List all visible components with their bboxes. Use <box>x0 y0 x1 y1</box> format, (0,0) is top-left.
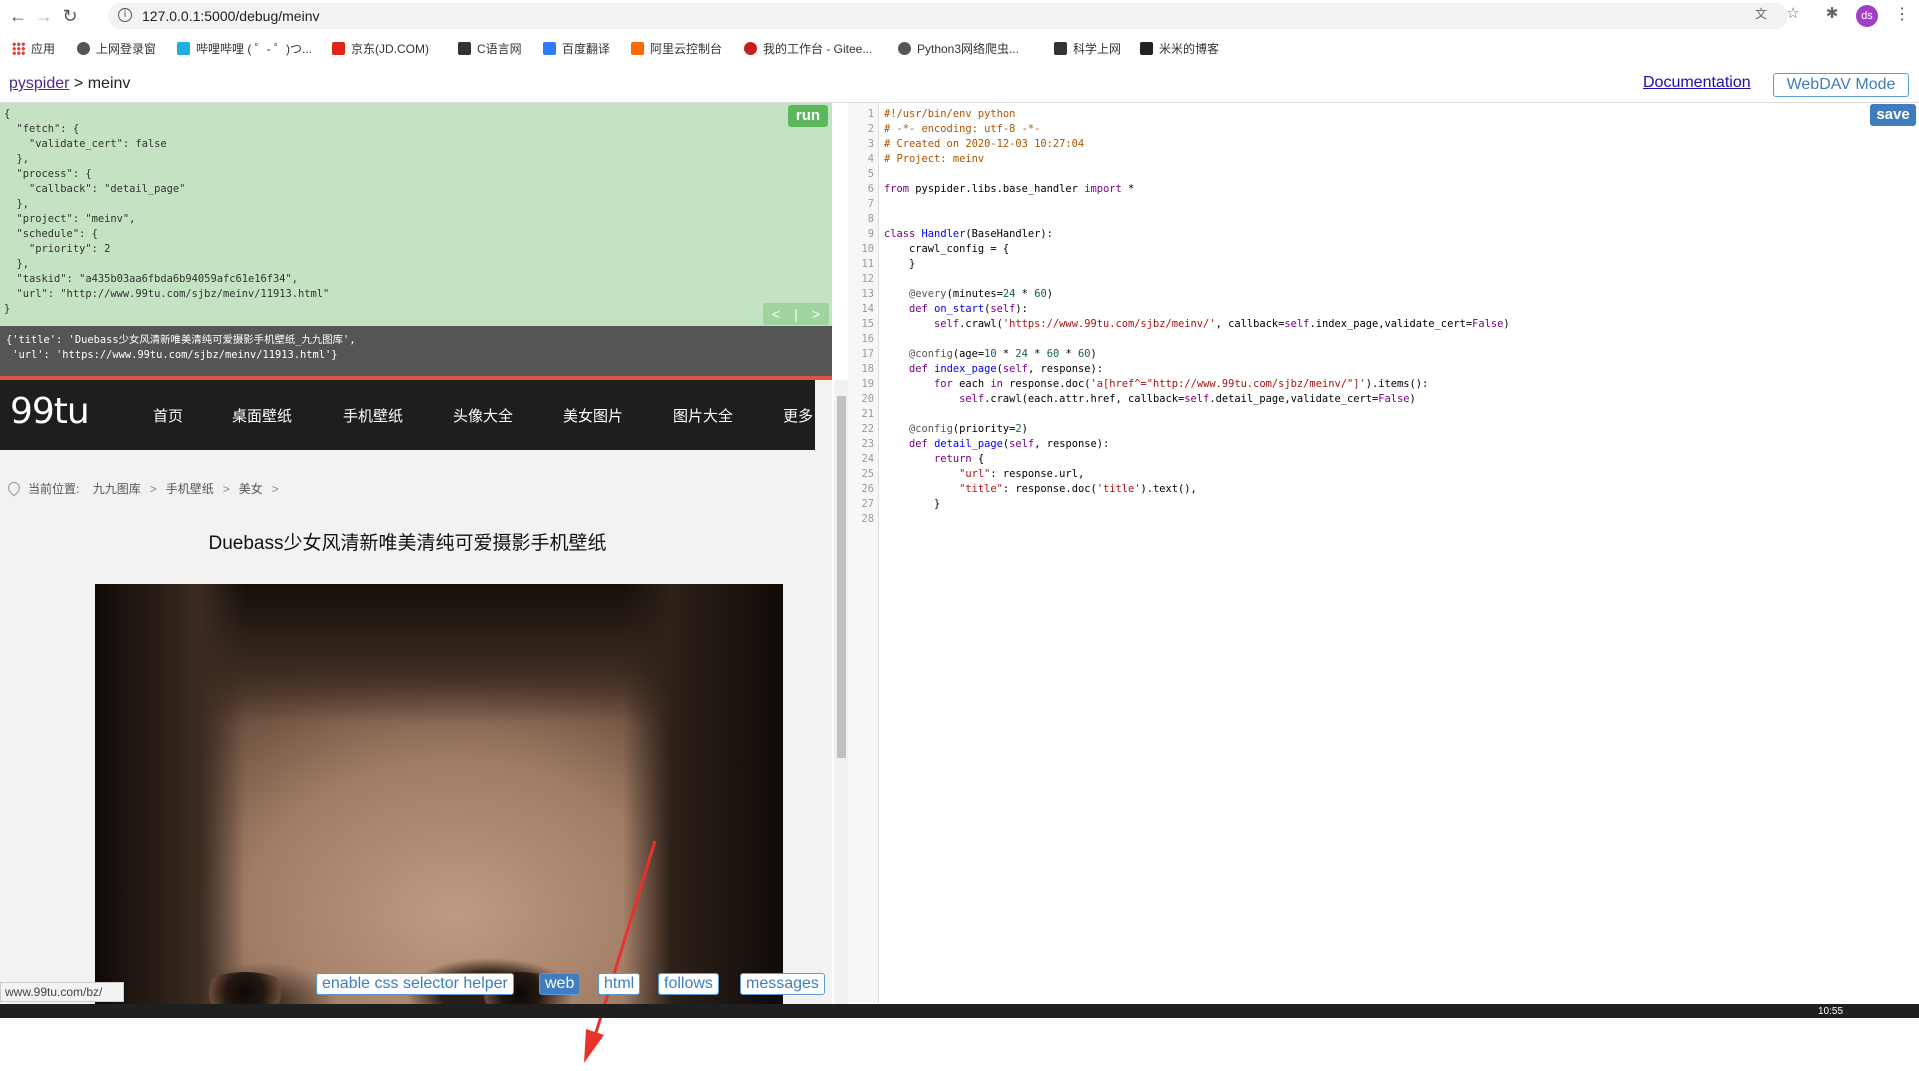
c-lang-icon <box>458 42 471 55</box>
back-arrow-icon[interactable]: ← <box>8 6 28 26</box>
site-logo[interactable]: 99tu <box>10 391 90 432</box>
prev-task-button[interactable]: < <box>766 303 786 325</box>
bookmarks-bar: 应用 上网登录窗 哔哩哔哩 ( ゜- ゜)つ... 京东(JD.COM) C语言… <box>0 34 1919 62</box>
red-annotation-arrow <box>584 840 657 1063</box>
tab-messages[interactable]: messages <box>740 973 825 995</box>
globe-icon <box>898 42 911 55</box>
pagination-separator: | <box>794 306 798 322</box>
task-editor[interactable]: { "fetch": { "validate_cert": false }, "… <box>0 103 832 326</box>
task-json[interactable]: { "fetch": { "validate_cert": false }, "… <box>4 107 329 317</box>
debug-bottom-tabs: enable css selector helper web html foll… <box>0 970 832 1000</box>
rocket-icon <box>1054 42 1067 55</box>
debug-left-pane: { "fetch": { "validate_cert": false }, "… <box>0 103 832 1063</box>
line-numbers: 1 2 3 4 5 6 7 8 9 10 11 12 13 14 15 16 1… <box>861 108 874 525</box>
bookmark-item[interactable]: C语言网 <box>458 40 522 57</box>
site-breadcrumb: 当前位置: 九九图库 > 手机壁纸 > 美女 > <box>5 479 288 497</box>
save-button[interactable]: save <box>1870 104 1916 126</box>
pyspider-home-link[interactable]: pyspider <box>9 75 69 92</box>
preview-scrollbar-thumb[interactable] <box>837 396 846 758</box>
browser-toolbar: ← → ↻ i 127.0.0.1:5000/debug/meinv 文 ☆ ✱… <box>0 0 1919 32</box>
bookmark-item[interactable]: 上网登录窗 <box>77 40 156 57</box>
next-task-button[interactable]: > <box>806 303 826 325</box>
reload-icon[interactable]: ↻ <box>60 6 80 26</box>
aliyun-icon <box>631 42 644 55</box>
gitee-icon <box>744 42 757 55</box>
bookmark-item[interactable]: 我的工作台 - Gitee... <box>744 40 872 57</box>
apps-grid-icon <box>12 42 25 55</box>
script-code[interactable]: #!/usr/bin/env python # -*- encoding: ut… <box>884 107 1510 512</box>
bookmark-apps[interactable]: 应用 <box>12 40 55 57</box>
site-nav-item[interactable]: 图片大全 <box>673 405 733 426</box>
breadcrumb-separator: > <box>69 75 88 92</box>
location-pin-icon <box>5 479 23 497</box>
result-panel: {'title': 'Duebass少女风清新唯美清纯可爱摄影手机壁纸_九九图库… <box>0 326 832 376</box>
blog-icon <box>1140 42 1153 55</box>
bookmark-item[interactable]: Python3网络爬虫... <box>898 40 1019 57</box>
pyspider-header: pyspider > meinv Documentation WebDAV Mo… <box>0 66 1919 103</box>
bookmark-item[interactable]: 哔哩哔哩 ( ゜- ゜)つ... <box>177 40 312 57</box>
address-bar-url[interactable]: 127.0.0.1:5000/debug/meinv <box>142 8 319 24</box>
site-nav-item[interactable]: 首页 <box>153 405 183 426</box>
extensions-puzzle-icon[interactable]: ✱ <box>1823 5 1841 23</box>
bookmark-item[interactable]: 米米的博客 <box>1140 40 1219 57</box>
bilibili-icon <box>177 42 190 55</box>
css-selector-helper-button[interactable]: enable css selector helper <box>316 973 514 995</box>
breadcrumb: pyspider > meinv <box>9 75 130 93</box>
bookmark-item[interactable]: 阿里云控制台 <box>631 40 722 57</box>
bookmark-item[interactable]: 京东(JD.COM) <box>332 40 429 57</box>
site-nav-item[interactable]: 手机壁纸 <box>343 405 403 426</box>
documentation-link[interactable]: Documentation <box>1643 74 1751 92</box>
jd-icon <box>332 42 345 55</box>
translate-icon[interactable]: 文 <box>1752 5 1770 23</box>
wallpaper-photo[interactable] <box>95 584 783 1018</box>
baidu-translate-icon <box>543 42 556 55</box>
bookmark-star-icon[interactable]: ☆ <box>1784 5 1802 23</box>
task-pagination: < | > <box>763 303 829 325</box>
site-breadcrumb-item[interactable]: 手机壁纸 <box>166 482 214 496</box>
result-text: {'title': 'Duebass少女风清新唯美清纯可爱摄影手机壁纸_九九图库… <box>6 334 356 361</box>
project-name: meinv <box>87 75 131 92</box>
photo-hair-left <box>95 584 245 1018</box>
browser-menu-icon[interactable]: ⋮ <box>1894 5 1910 25</box>
globe-icon <box>77 42 90 55</box>
code-editor[interactable]: 1 2 3 4 5 6 7 8 9 10 11 12 13 14 15 16 1… <box>848 103 1919 1018</box>
tab-html[interactable]: html <box>598 973 641 995</box>
bookmark-item[interactable]: 科学上网 <box>1054 40 1121 57</box>
address-bar[interactable]: i 127.0.0.1:5000/debug/meinv <box>108 3 1788 29</box>
site-info-icon[interactable]: i <box>118 8 132 22</box>
line-number-gutter: 1 2 3 4 5 6 7 8 9 10 11 12 13 14 15 16 1… <box>848 103 879 1003</box>
bookmark-item[interactable]: 百度翻译 <box>543 40 610 57</box>
wallpaper-title: Duebass少女风清新唯美清纯可爱摄影手机壁纸 <box>208 533 607 554</box>
web-preview: 99tu 首页 桌面壁纸 手机壁纸 头像大全 美女图片 图片大全 更多 当前位置… <box>0 380 832 1018</box>
run-button[interactable]: run <box>788 105 828 127</box>
site-nav-item[interactable]: 美女图片 <box>563 405 623 426</box>
site-nav-item[interactable]: 头像大全 <box>453 405 513 426</box>
site-nav-item[interactable]: 桌面壁纸 <box>232 405 292 426</box>
forward-arrow-icon[interactable]: → <box>34 6 54 26</box>
site-nav-item[interactable]: 更多 <box>783 405 813 426</box>
webdav-mode-button[interactable]: WebDAV Mode <box>1773 73 1909 97</box>
site-breadcrumb-item[interactable]: 九九图库 <box>93 482 141 496</box>
tab-web[interactable]: web <box>539 973 581 995</box>
site-navbar: 99tu 首页 桌面壁纸 手机壁纸 头像大全 美女图片 图片大全 更多 <box>0 380 815 450</box>
site-breadcrumb-item[interactable]: 美女 <box>239 482 263 496</box>
os-taskbar: 10:55 <box>0 1004 1919 1018</box>
tab-follows[interactable]: follows <box>658 973 719 995</box>
link-status-url: www.99tu.com/bz/ <box>0 982 124 1002</box>
profile-avatar[interactable]: ds <box>1856 5 1878 27</box>
taskbar-clock: 10:55 <box>1818 1006 1844 1017</box>
